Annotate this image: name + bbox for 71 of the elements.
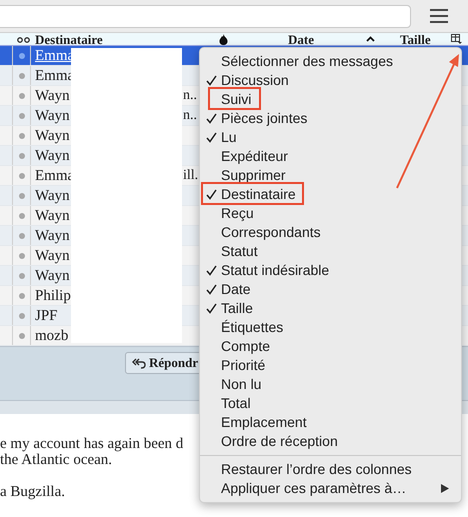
read-status-icon[interactable] — [18, 72, 24, 78]
menu-item[interactable]: Supprimer — [200, 166, 461, 185]
column-picker-icon[interactable] — [451, 34, 462, 44]
recipient-text: Wayn — [35, 127, 70, 145]
checkmark-icon — [206, 113, 217, 124]
reply-all-icon — [132, 358, 146, 368]
read-status-icon[interactable] — [18, 292, 24, 298]
menu-item[interactable]: Total — [200, 394, 461, 413]
recipient-text: mozb — [35, 327, 68, 345]
menu-item[interactable]: Non lu — [200, 375, 461, 394]
read-status-icon[interactable] — [18, 52, 24, 58]
menu-item[interactable]: Date — [200, 280, 461, 299]
recipient-text: Wayn — [35, 87, 70, 105]
read-status-icon[interactable] — [18, 112, 24, 118]
flame-icon[interactable] — [219, 34, 228, 45]
menu-item[interactable]: Expéditeur — [200, 147, 461, 166]
read-status-icon[interactable] — [18, 252, 24, 258]
menu-item[interactable]: Suivi — [200, 90, 461, 109]
checkmark-icon — [206, 303, 217, 314]
menu-item[interactable]: Correspondants — [200, 223, 461, 242]
read-status-icon[interactable] — [18, 232, 24, 238]
column-header[interactable]: Date — [288, 33, 314, 46]
read-status-icon[interactable] — [18, 312, 24, 318]
checkmark-icon — [206, 189, 217, 200]
read-status-icon[interactable] — [18, 192, 24, 198]
recipient-text: JPF — [35, 307, 58, 325]
checkmark-icon — [206, 284, 217, 295]
submenu-arrow-icon — [441, 484, 449, 493]
menu-item[interactable]: Sélectionner des messages — [200, 52, 461, 71]
read-status-icon[interactable] — [18, 212, 24, 218]
recipient-text: Wayn — [35, 187, 70, 205]
recipient-text: n.. — [183, 107, 197, 125]
menu-item[interactable]: Lu — [200, 128, 461, 147]
menu-item[interactable]: Restaurer l’ordre des colonnes — [200, 460, 461, 479]
menu-item[interactable]: Appliquer ces paramètres à… — [200, 479, 461, 498]
checkmark-icon — [206, 132, 217, 143]
read-status-icon[interactable] — [18, 332, 24, 338]
recipient-text: n.. — [183, 87, 197, 105]
menu-item[interactable]: Statut — [200, 242, 461, 261]
recipient-text: Wayn — [35, 107, 70, 125]
menu-item[interactable]: Étiquettes — [200, 318, 461, 337]
read-status-icon[interactable] — [18, 152, 24, 158]
menu-icon[interactable] — [430, 8, 448, 24]
read-status-icon[interactable] — [18, 92, 24, 98]
menu-item[interactable]: Discussion — [200, 71, 461, 90]
search-field[interactable] — [0, 4, 411, 28]
checkmark-icon — [206, 265, 217, 276]
recipient-text: Wayn — [35, 247, 70, 265]
message-text: a Bugzilla. — [0, 484, 65, 500]
message-text: e my account has again been d — [0, 436, 184, 452]
read-status-icon[interactable] — [18, 172, 24, 178]
message-text: the Atlantic ocean. — [0, 452, 112, 468]
menu-item[interactable]: Statut indésirable — [200, 261, 461, 280]
column-header[interactable]: Destinataire — [35, 33, 103, 46]
menu-item[interactable]: Taille — [200, 299, 461, 318]
recipient-text: Wayn — [35, 147, 70, 165]
recipient-text: Wayn — [35, 267, 70, 285]
read-status-icon[interactable] — [18, 132, 24, 138]
checkmark-icon — [206, 75, 217, 86]
thread-icon[interactable] — [17, 37, 30, 43]
menu-item[interactable]: Ordre de réception — [200, 432, 461, 451]
menu-item[interactable]: Reçu — [200, 204, 461, 223]
menu-item[interactable]: Emplacement — [200, 413, 461, 432]
recipient-text: Philip — [35, 287, 71, 305]
recipient-text: Wayn — [35, 227, 70, 245]
column-header[interactable]: Taille — [400, 33, 431, 46]
menu-item[interactable]: Pièces jointes — [200, 109, 461, 128]
recipient-text: ill. — [183, 167, 198, 185]
menu-item[interactable]: Destinataire — [200, 185, 461, 204]
read-status-icon[interactable] — [18, 272, 24, 278]
recipient-text: Wayn — [35, 207, 70, 225]
